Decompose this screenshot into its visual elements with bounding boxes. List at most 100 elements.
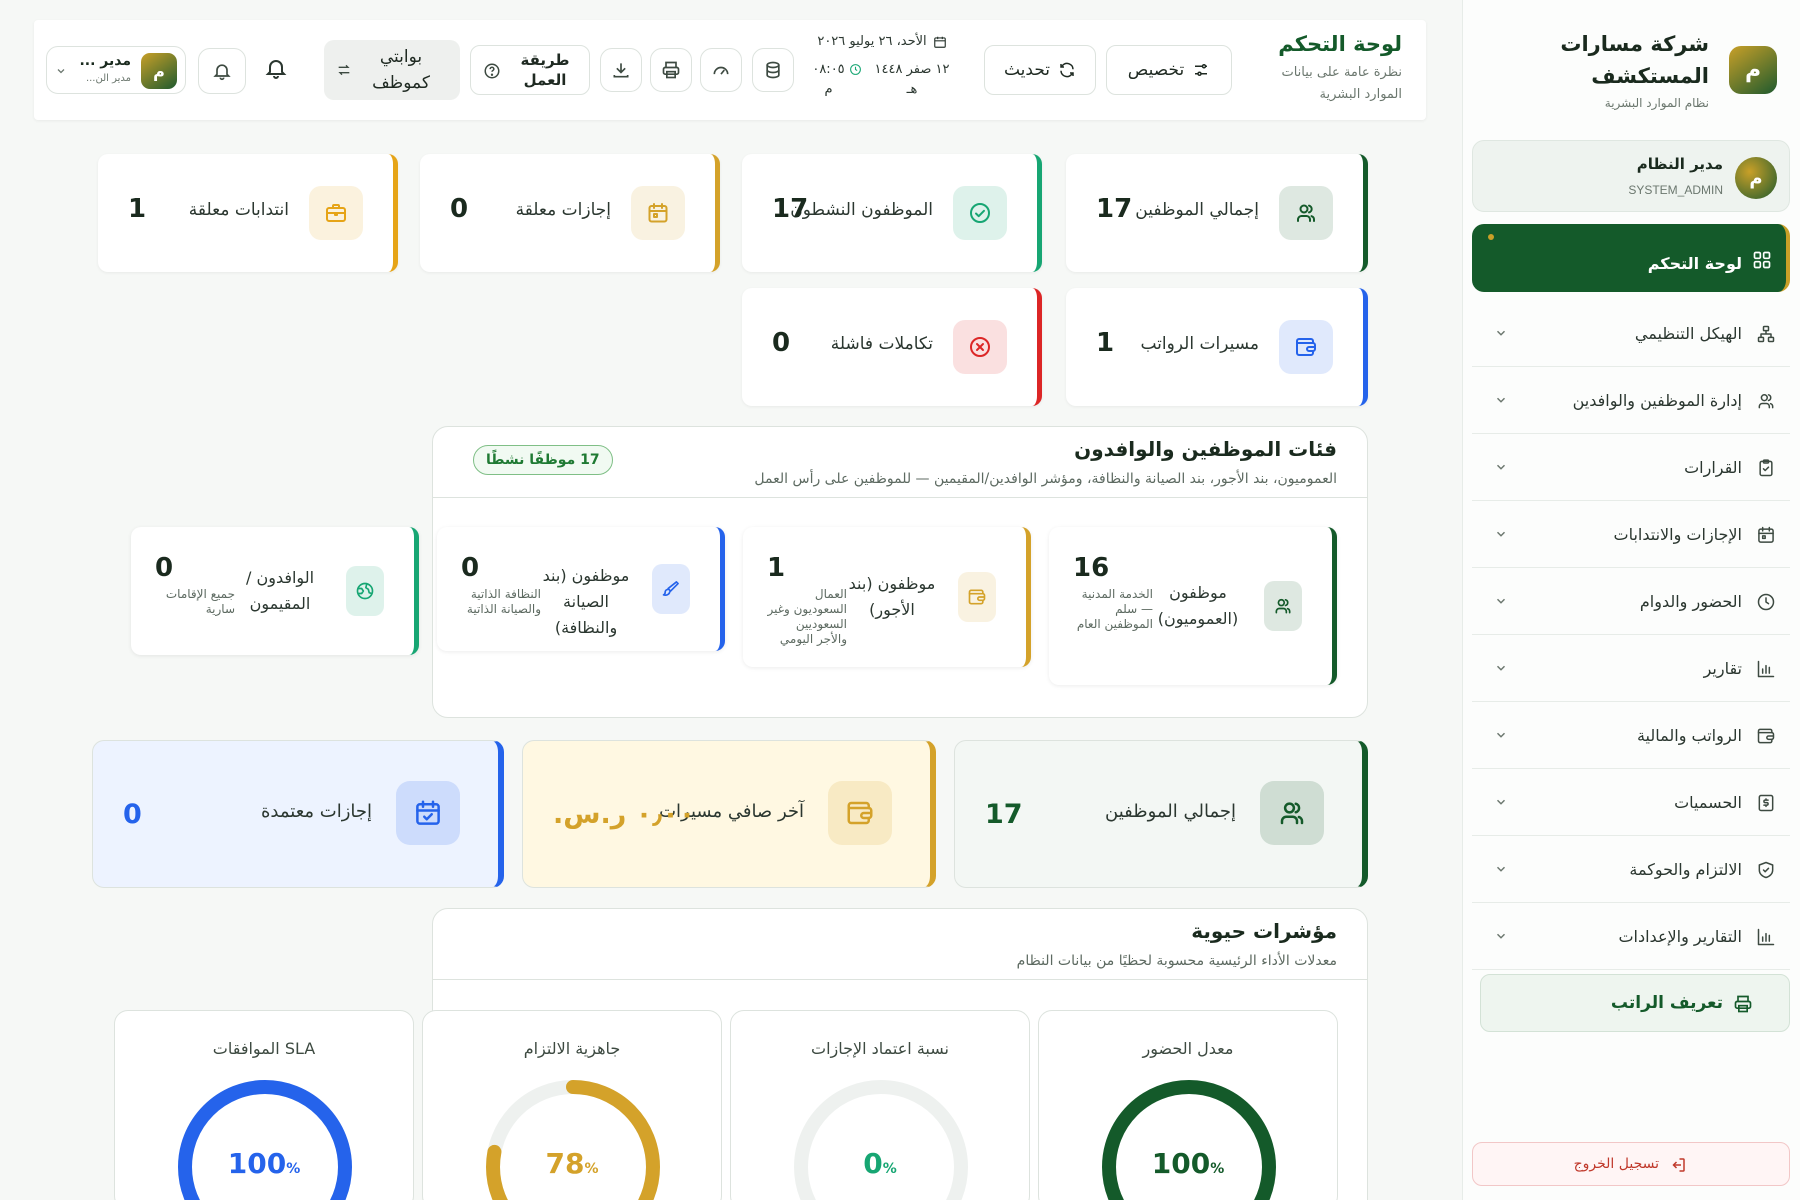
calendar-check-icon <box>396 781 460 845</box>
sidebar-item-label: القرارات <box>1684 458 1742 477</box>
sidebar-item-dashboard[interactable]: لوحة التحكم <box>1472 224 1790 292</box>
kpi-title: معدل الحضور <box>1142 1039 1234 1058</box>
sidebar-nav: الهيكل التنظيمي إدارة الموظفين والوافدين ا… <box>1472 300 1790 970</box>
kpi-card[interactable]: نسبة اعتماد الإجازات 0% <box>730 1010 1030 1200</box>
topbar: لوحة التحكم نظرة عامة على بيانات الموارد… <box>34 20 1426 120</box>
kpi-unit: % <box>584 1161 599 1177</box>
users-icon <box>1279 186 1333 240</box>
sidebar-item-3[interactable]: القرارات <box>1472 434 1790 501</box>
category-card[interactable]: الوافدون / المقيمون 0 جميع الإقامات سارية <box>131 527 419 655</box>
kpi-title: نسبة اعتماد الإجازات <box>811 1039 949 1058</box>
sidebar-item-9[interactable]: الالتزام والحوكمة <box>1472 836 1790 903</box>
sidebar-item-4[interactable]: الإجازات والانتدابات <box>1472 501 1790 568</box>
summary-label: إجازات معتمدة <box>260 801 372 822</box>
summary-card[interactable]: إجمالي الموظفين 17 <box>954 740 1368 888</box>
performance-button[interactable] <box>700 48 742 92</box>
sidebar-item-10[interactable]: التقارير والإعدادات <box>1472 903 1790 970</box>
dashboard-grid-icon <box>1752 250 1772 270</box>
chevron-down-icon <box>1494 460 1508 474</box>
stat-value: 1 <box>128 194 147 224</box>
clock-icon <box>849 60 862 100</box>
category-value: 0 <box>461 553 480 583</box>
kpi-value: 78% <box>423 1147 721 1180</box>
divider <box>433 979 1367 980</box>
chevron-down-icon <box>1494 527 1508 541</box>
sidebar-item-8[interactable]: الحسميات <box>1472 769 1790 836</box>
panel-subtitle: العموميون، بند الأجور، بند الصيانة والنظ… <box>754 471 1337 487</box>
calendar-icon <box>1756 525 1776 545</box>
sidebar-item-7[interactable]: الرواتب والمالية <box>1472 702 1790 769</box>
category-value: 0 <box>155 553 174 583</box>
bar-chart-icon <box>1756 659 1776 679</box>
sidebar-item-5[interactable]: الحضور والدوام <box>1472 568 1790 635</box>
employee-portal-button[interactable]: بوابتي كموظف <box>324 40 460 100</box>
category-card[interactable]: موظفون (بند الصيانة والنظافة) 0 النظافة ال… <box>437 527 725 651</box>
kpi-unit: % <box>882 1161 897 1177</box>
wallet-icon <box>1279 320 1333 374</box>
stat-card[interactable]: إجازات معلقة 0 <box>420 154 720 272</box>
sidebar-item-1[interactable]: الهيكل التنظيمي <box>1472 300 1790 367</box>
notifications-button[interactable] <box>264 56 288 80</box>
shield-check-icon <box>1756 860 1776 880</box>
category-note: جميع الإقامات سارية <box>165 587 235 616</box>
page-subtitle: نظرة عامة على بيانات الموارد البشرية <box>1281 65 1402 102</box>
brush-icon <box>652 564 690 614</box>
kpi-card[interactable]: معدل الحضور 100% <box>1038 1010 1338 1200</box>
work-mode-button[interactable]: طريقة العمل <box>470 45 590 95</box>
stat-label: الموظفون النشطون <box>790 200 933 220</box>
date-time-display: الأحد، ٢٦ يوليو ٢٠٢٦ ١٢ صفر ١٤٤٨ هـ ٠٨:٠… <box>804 34 960 106</box>
category-note: الخدمة المدنية — سلم الموظفين العام <box>1076 587 1153 631</box>
summary-card[interactable]: آخر صافي مسيرات ٠٫٠٠ ر.س. <box>522 740 936 888</box>
summary-card[interactable]: إجازات معتمدة 0 <box>92 740 504 888</box>
divider <box>433 497 1367 498</box>
user-name: مدير النظام <box>1636 155 1723 173</box>
stat-label: انتدابات معلقة <box>188 200 289 220</box>
chevron-down-icon <box>1494 594 1508 608</box>
alerts-button[interactable] <box>198 48 246 94</box>
stat-card[interactable]: مسيرات الرواتب 1 <box>1066 288 1368 406</box>
sidebar-item-2[interactable]: إدارة الموظفين والوافدين <box>1472 367 1790 434</box>
kpi-card[interactable]: جاهزية الالتزام 78% <box>422 1010 722 1200</box>
refresh-button[interactable]: تحديث <box>984 45 1096 95</box>
refresh-label: تحديث <box>1003 60 1051 80</box>
kpi-unit: % <box>1210 1161 1225 1177</box>
database-button[interactable] <box>752 48 794 92</box>
customize-button[interactable]: تخصيص <box>1106 45 1232 95</box>
sidebar-item-6[interactable]: تقارير <box>1472 635 1790 702</box>
kpi-ring <box>794 1080 968 1200</box>
kpi-value: 0% <box>731 1147 1029 1180</box>
logout-button[interactable]: تسجيل الخروج <box>1472 1142 1790 1186</box>
category-card[interactable]: موظفون (بند الأجور) 1 العمال السعوديون وغي… <box>743 527 1031 667</box>
sidebar-item-label: الرواتب والمالية <box>1636 726 1742 745</box>
category-card[interactable]: موظفون (العموميون) 16 الخدمة المدنية — سلم… <box>1049 527 1337 685</box>
kpi-ring-progress <box>178 1080 352 1200</box>
category-label: الوافدون / المقيمون <box>245 568 315 613</box>
sidebar-item-label: تقارير <box>1703 659 1742 678</box>
stat-value: 0 <box>772 328 791 358</box>
stat-card[interactable]: تكاملات فاشلة 0 <box>742 288 1042 406</box>
hijri-date: ١٢ صفر ١٤٤٨ هـ <box>874 62 950 97</box>
chevron-down-icon <box>1494 795 1508 809</box>
sidebar-item-label: الحسميات <box>1674 793 1742 812</box>
print-button[interactable] <box>650 48 692 92</box>
stat-card[interactable]: إجمالي الموظفين 17 <box>1066 154 1368 272</box>
stat-card[interactable]: انتدابات معلقة 1 <box>98 154 398 272</box>
globe-icon <box>346 566 384 616</box>
sidebar-item-label: الهيكل التنظيمي <box>1634 324 1742 343</box>
stat-card[interactable]: الموظفون النشطون 17 <box>742 154 1042 272</box>
wallet-icon <box>958 572 996 622</box>
account-menu[interactable]: م مدير ... مدير الن... <box>46 46 186 94</box>
kpi-card[interactable]: SLA الموافقات 100% <box>114 1010 414 1200</box>
logout-icon <box>1669 1156 1687 1174</box>
calendar-icon <box>631 186 685 240</box>
page-title: لوحة التحكم <box>1278 32 1402 56</box>
kpi-title: SLA الموافقات <box>212 1039 316 1058</box>
download-button[interactable] <box>600 48 642 92</box>
panel-title: فئات الموظفين والوافدون <box>1074 437 1337 461</box>
panel-subtitle: معدلات الأداء الرئيسية محسوبة لحظيًا من … <box>1016 953 1337 969</box>
work-mode-label: طريقة العمل <box>520 51 570 89</box>
user-card[interactable]: م مدير النظام SYSTEM_ADMIN <box>1472 140 1790 212</box>
kpi-ring <box>178 1080 352 1200</box>
payslip-button[interactable]: تعريف الراتب <box>1480 974 1790 1032</box>
payslip-label: تعريف الراتب <box>1610 993 1723 1013</box>
